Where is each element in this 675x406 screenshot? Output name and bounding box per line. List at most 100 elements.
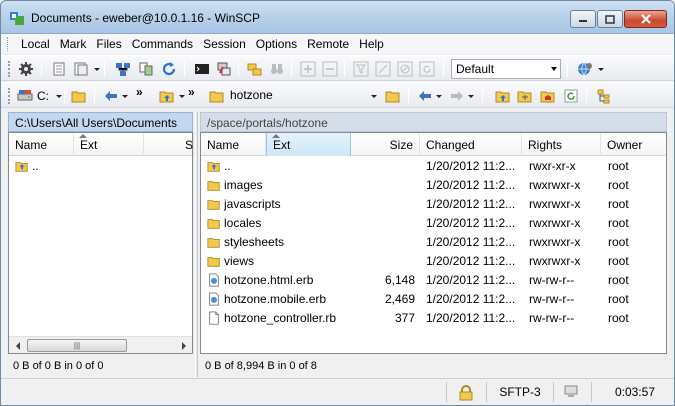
- chevron-down-icon[interactable]: [122, 95, 128, 98]
- more-icon[interactable]: »: [136, 85, 143, 99]
- table-row[interactable]: locales 1/20/2012 11:2... rwxrwxr-x root: [201, 214, 666, 233]
- plus-icon: [300, 61, 316, 77]
- local-column-header: Name Ext S: [9, 133, 194, 156]
- scroll-left-button[interactable]: [9, 337, 26, 354]
- preferences-button[interactable]: [17, 60, 35, 78]
- file-size: 6,148: [384, 273, 415, 287]
- more-icon[interactable]: »: [188, 85, 195, 99]
- remote-refresh-button[interactable]: [562, 87, 580, 105]
- remote-home-dir-button[interactable]: [539, 87, 557, 105]
- minimize-button[interactable]: [570, 10, 596, 28]
- chevron-down-icon[interactable]: [94, 68, 100, 71]
- table-row[interactable]: views 1/20/2012 11:2... rwxrwxr-x root: [201, 252, 666, 271]
- file-rights: rwxrwxr-x: [529, 254, 581, 268]
- chevron-down-icon[interactable]: [179, 95, 185, 98]
- remote-open-folder-button[interactable]: [384, 87, 402, 105]
- remote-path-bar[interactable]: /space/portals/hotzone: [200, 112, 667, 132]
- tree-view-button[interactable]: [595, 87, 613, 105]
- unselect-files-button[interactable]: [321, 60, 339, 78]
- remote-folder-icon-button[interactable]: [208, 87, 226, 105]
- remote-file-panel[interactable]: Name Ext Size Changed Rights Owner .. 1/2…: [200, 132, 667, 354]
- table-row[interactable]: hotzone.mobile.erb 2,469 1/20/2012 11:2...…: [201, 290, 666, 309]
- table-row[interactable]: images 1/20/2012 11:2... rwxrwxr-x root: [201, 176, 666, 195]
- title-bar[interactable]: Documents - eweber@10.0.1.16 - WinSCP: [1, 1, 674, 34]
- invert-selection-button[interactable]: [374, 60, 392, 78]
- local-horizontal-scrollbar[interactable]: |||: [9, 336, 192, 353]
- find-files-button[interactable]: [246, 60, 264, 78]
- table-row[interactable]: stylesheets 1/20/2012 11:2... rwxrwxr-x roo…: [201, 233, 666, 252]
- synchronize-button[interactable]: [137, 60, 155, 78]
- open-terminal-button[interactable]: [193, 60, 211, 78]
- file-size: 2,469: [384, 292, 415, 306]
- menu-local[interactable]: Local: [16, 37, 55, 51]
- transfer-settings-select[interactable]: Default: [451, 59, 561, 79]
- menu-grip[interactable]: [7, 37, 10, 51]
- scrollbar-thumb[interactable]: |||: [27, 339, 127, 352]
- select-files-button[interactable]: [299, 60, 317, 78]
- menu-help[interactable]: Help: [354, 37, 389, 51]
- minus-icon: [322, 61, 338, 77]
- table-row[interactable]: .. 1/20/2012 11:2... rwxr-xr-x root: [201, 157, 666, 176]
- remote-col-ext[interactable]: Ext: [266, 133, 351, 156]
- maximize-button[interactable]: [597, 10, 623, 28]
- remote-back-button[interactable]: [416, 87, 434, 105]
- connection-status[interactable]: [553, 382, 591, 402]
- clear-selection-button[interactable]: [396, 60, 414, 78]
- scroll-right-button[interactable]: [175, 337, 192, 354]
- local-path-bar[interactable]: C:\Users\All Users\Documents: [8, 112, 193, 132]
- remote-col-owner[interactable]: Owner: [601, 133, 668, 156]
- table-row[interactable]: hotzone_controller.rb 377 1/20/2012 11:2..…: [201, 309, 666, 328]
- toolbar-grip[interactable]: [8, 88, 11, 104]
- menu-mark[interactable]: Mark: [55, 37, 92, 51]
- remote-col-name[interactable]: Name: [201, 133, 266, 156]
- local-col-ext[interactable]: Ext: [74, 133, 144, 156]
- remote-col-changed[interactable]: Changed: [420, 133, 522, 156]
- local-drive-icon-button[interactable]: [16, 87, 34, 105]
- file-rights: rw-rw-r--: [529, 273, 575, 287]
- putty-button[interactable]: [215, 60, 233, 78]
- search-button[interactable]: [268, 60, 286, 78]
- file-rights: rwxrwxr-x: [529, 235, 581, 249]
- chevron-down-icon[interactable]: [598, 68, 604, 71]
- transfer-settings-value: Default: [456, 62, 495, 76]
- close-button[interactable]: [624, 10, 667, 28]
- file-rights: rwxrwxr-x: [529, 216, 581, 230]
- refresh-icon: [564, 89, 578, 103]
- menu-options[interactable]: Options: [251, 37, 302, 51]
- transfer-settings-button[interactable]: [576, 60, 594, 78]
- reset-button[interactable]: [418, 60, 436, 78]
- remote-col-size[interactable]: Size: [351, 133, 420, 156]
- local-col-name[interactable]: Name: [9, 133, 74, 156]
- table-row[interactable]: javascripts 1/20/2012 11:2... rwxrwxr-x roo…: [201, 195, 666, 214]
- chevron-down-icon[interactable]: [56, 95, 62, 98]
- panel-splitter[interactable]: [195, 112, 198, 377]
- remote-parent-dir-button[interactable]: [494, 87, 512, 105]
- local-parent-dir-button[interactable]: [158, 87, 176, 105]
- queue-button[interactable]: [50, 60, 68, 78]
- menu-commands[interactable]: Commands: [127, 37, 198, 51]
- remote-root-dir-button[interactable]: [516, 87, 534, 105]
- encryption-status[interactable]: [446, 382, 486, 402]
- list-item[interactable]: ..: [9, 157, 192, 176]
- local-back-button[interactable]: [102, 87, 120, 105]
- filter-button[interactable]: [352, 60, 370, 78]
- remote-col-rights[interactable]: Rights: [522, 133, 601, 156]
- toolbar-grip[interactable]: [8, 61, 11, 77]
- menu-session[interactable]: Session: [198, 37, 251, 51]
- remote-forward-button[interactable]: [448, 87, 466, 105]
- menu-files[interactable]: Files: [91, 37, 126, 51]
- table-row[interactable]: hotzone.html.erb 6,148 1/20/2012 11:2... rw…: [201, 271, 666, 290]
- queue-list-button[interactable]: [72, 60, 90, 78]
- chevron-down-icon[interactable]: [436, 95, 442, 98]
- menu-bar: Local Mark Files Commands Session Option…: [1, 34, 674, 54]
- local-open-folder-button[interactable]: [70, 87, 88, 105]
- local-drive-label[interactable]: C:: [37, 89, 49, 103]
- local-col-size[interactable]: S: [144, 133, 194, 156]
- remote-path-select[interactable]: hotzone: [226, 86, 379, 106]
- menu-remote[interactable]: Remote: [302, 37, 354, 51]
- local-file-panel[interactable]: Name Ext S .. |||: [8, 132, 194, 354]
- chevron-down-icon[interactable]: [371, 95, 377, 98]
- new-session-button[interactable]: [114, 60, 132, 78]
- refresh-button[interactable]: [160, 60, 178, 78]
- chevron-down-icon[interactable]: [468, 95, 474, 98]
